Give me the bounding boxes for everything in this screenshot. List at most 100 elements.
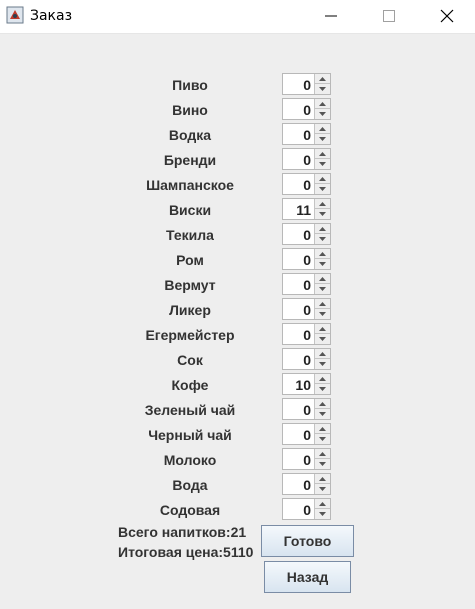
decrement-button[interactable] — [314, 359, 330, 369]
quantity-spinner[interactable]: 0 — [282, 173, 331, 195]
quantity-value[interactable]: 0 — [283, 477, 311, 493]
decrement-button[interactable] — [314, 209, 330, 219]
increment-button[interactable] — [314, 424, 330, 434]
increment-button[interactable] — [314, 274, 330, 284]
quantity-value[interactable]: 0 — [283, 252, 311, 268]
decrement-button[interactable] — [314, 409, 330, 419]
decrement-button[interactable] — [314, 159, 330, 169]
increment-button[interactable] — [314, 324, 330, 334]
quantity-spinner[interactable]: 0 — [282, 323, 331, 345]
increment-button[interactable] — [314, 149, 330, 159]
decrement-button[interactable] — [314, 84, 330, 94]
decrement-button[interactable] — [314, 484, 330, 494]
increment-button[interactable] — [314, 349, 330, 359]
chevron-down-icon — [319, 137, 326, 141]
decrement-button[interactable] — [314, 384, 330, 394]
increment-button[interactable] — [314, 224, 330, 234]
increment-button[interactable] — [314, 249, 330, 259]
decrement-button[interactable] — [314, 134, 330, 144]
quantity-value[interactable]: 10 — [283, 377, 311, 393]
increment-button[interactable] — [314, 74, 330, 84]
drink-row: Черный чай 0 — [0, 422, 475, 447]
quantity-value[interactable]: 0 — [283, 302, 311, 318]
chevron-down-icon — [319, 112, 326, 116]
quantity-value[interactable]: 0 — [283, 327, 311, 343]
increment-button[interactable] — [314, 474, 330, 484]
chevron-down-icon — [319, 212, 326, 216]
increment-button[interactable] — [314, 99, 330, 109]
quantity-spinner[interactable]: 0 — [282, 248, 331, 270]
quantity-value[interactable]: 0 — [283, 352, 311, 368]
quantity-spinner[interactable]: 0 — [282, 348, 331, 370]
quantity-spinner[interactable]: 0 — [282, 148, 331, 170]
quantity-spinner[interactable]: 0 — [282, 223, 331, 245]
decrement-button[interactable] — [314, 259, 330, 269]
drink-label: Текила — [166, 227, 214, 243]
drink-row: Вермут 0 — [0, 272, 475, 297]
back-button[interactable]: Назад — [264, 561, 351, 593]
maximize-button[interactable] — [366, 0, 412, 32]
quantity-value[interactable]: 11 — [283, 202, 311, 218]
quantity-value[interactable]: 0 — [283, 127, 311, 143]
quantity-spinner[interactable]: 0 — [282, 273, 331, 295]
quantity-value[interactable]: 0 — [283, 277, 311, 293]
decrement-button[interactable] — [314, 509, 330, 519]
quantity-spinner[interactable]: 0 — [282, 73, 331, 95]
drink-label: Шампанское — [146, 177, 234, 193]
drink-row: Виски 11 — [0, 197, 475, 222]
maximize-icon — [383, 10, 395, 22]
close-button[interactable] — [424, 0, 470, 32]
chevron-up-icon — [319, 377, 326, 381]
quantity-spinner[interactable]: 11 — [282, 198, 331, 220]
increment-button[interactable] — [314, 174, 330, 184]
decrement-button[interactable] — [314, 309, 330, 319]
quantity-value[interactable]: 0 — [283, 152, 311, 168]
quantity-spinner[interactable]: 0 — [282, 498, 331, 520]
chevron-down-icon — [319, 462, 326, 466]
drink-row: Егермейстер 0 — [0, 322, 475, 347]
increment-button[interactable] — [314, 374, 330, 384]
quantity-value[interactable]: 0 — [283, 452, 311, 468]
increment-button[interactable] — [314, 299, 330, 309]
chevron-up-icon — [319, 327, 326, 331]
quantity-spinner[interactable]: 0 — [282, 473, 331, 495]
chevron-up-icon — [319, 452, 326, 456]
decrement-button[interactable] — [314, 334, 330, 344]
decrement-button[interactable] — [314, 284, 330, 294]
chevron-down-icon — [319, 312, 326, 316]
increment-button[interactable] — [314, 124, 330, 134]
drink-label: Вино — [172, 102, 208, 118]
quantity-value[interactable]: 0 — [283, 77, 311, 93]
done-button[interactable]: Готово — [261, 525, 354, 557]
quantity-spinner[interactable]: 10 — [282, 373, 331, 395]
decrement-button[interactable] — [314, 459, 330, 469]
drink-row: Ликер 0 — [0, 297, 475, 322]
quantity-spinner[interactable]: 0 — [282, 98, 331, 120]
decrement-button[interactable] — [314, 434, 330, 444]
increment-button[interactable] — [314, 499, 330, 509]
quantity-value[interactable]: 0 — [283, 402, 311, 418]
drink-row: Пиво 0 — [0, 72, 475, 97]
decrement-button[interactable] — [314, 184, 330, 194]
quantity-spinner[interactable]: 0 — [282, 123, 331, 145]
decrement-button[interactable] — [314, 234, 330, 244]
chevron-up-icon — [319, 252, 326, 256]
drink-label: Водка — [168, 127, 212, 143]
chevron-down-icon — [319, 287, 326, 291]
quantity-value[interactable]: 0 — [283, 102, 311, 118]
increment-button[interactable] — [314, 199, 330, 209]
decrement-button[interactable] — [314, 109, 330, 119]
quantity-value[interactable]: 0 — [283, 427, 311, 443]
quantity-spinner[interactable]: 0 — [282, 398, 331, 420]
increment-button[interactable] — [314, 399, 330, 409]
quantity-value[interactable]: 0 — [283, 502, 311, 518]
quantity-spinner[interactable]: 0 — [282, 448, 331, 470]
quantity-value[interactable]: 0 — [283, 177, 311, 193]
quantity-value[interactable]: 0 — [283, 227, 311, 243]
quantity-spinner[interactable]: 0 — [282, 423, 331, 445]
increment-button[interactable] — [314, 449, 330, 459]
chevron-down-icon — [319, 87, 326, 91]
minimize-button[interactable] — [308, 0, 354, 32]
drink-row: Кофе 10 — [0, 372, 475, 397]
quantity-spinner[interactable]: 0 — [282, 298, 331, 320]
